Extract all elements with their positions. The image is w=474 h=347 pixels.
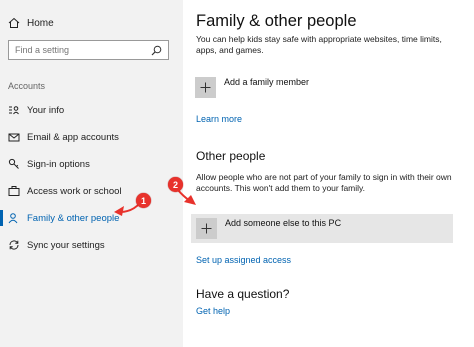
home-link[interactable]: Home bbox=[8, 15, 54, 31]
family-description: You can help kids stay safe with appropr… bbox=[196, 34, 442, 55]
sidebar-item-label: Family & other people bbox=[27, 212, 120, 224]
mail-icon bbox=[8, 131, 20, 143]
sidebar-item-label: Email & app accounts bbox=[27, 131, 119, 143]
main-content: Family & other people You can help kids … bbox=[183, 0, 474, 347]
add-someone-else-button[interactable]: Add someone else to this PC bbox=[191, 214, 453, 243]
search-input[interactable] bbox=[15, 45, 145, 55]
plus-icon bbox=[196, 218, 217, 239]
set-up-assigned-access-link[interactable]: Set up assigned access bbox=[196, 255, 291, 265]
search-box[interactable] bbox=[8, 40, 169, 60]
plus-icon bbox=[195, 77, 216, 98]
question-heading: Have a question? bbox=[196, 287, 290, 301]
sidebar-item-sync-settings[interactable]: Sync your settings bbox=[0, 236, 183, 254]
page-title: Family & other people bbox=[196, 12, 357, 30]
add-family-member-label: Add a family member bbox=[224, 76, 310, 87]
sidebar-item-label: Sync your settings bbox=[27, 239, 105, 251]
sidebar-item-access-work-school[interactable]: Access work or school bbox=[0, 182, 183, 200]
sidebar-item-your-info[interactable]: Your info bbox=[0, 101, 183, 119]
home-label: Home bbox=[27, 17, 54, 29]
sidebar-item-label: Your info bbox=[27, 104, 65, 116]
active-indicator bbox=[0, 210, 3, 226]
home-icon bbox=[8, 17, 20, 29]
get-help-link[interactable]: Get help bbox=[196, 306, 230, 316]
sidebar-item-family-other-people[interactable]: Family & other people bbox=[0, 209, 183, 227]
search-icon[interactable] bbox=[151, 45, 162, 56]
other-people-heading: Other people bbox=[196, 149, 266, 163]
sidebar-item-sign-in-options[interactable]: Sign-in options bbox=[0, 155, 183, 173]
callout-badge-1: 1 bbox=[136, 193, 151, 208]
sync-icon bbox=[8, 239, 20, 251]
sidebar-item-label: Sign-in options bbox=[27, 158, 90, 170]
briefcase-icon bbox=[8, 185, 20, 197]
add-family-member-button[interactable]: Add a family member bbox=[195, 77, 309, 98]
key-icon bbox=[8, 158, 20, 170]
sidebar: Home Accounts Your info Email & app acco… bbox=[0, 0, 183, 347]
person-card-icon bbox=[8, 104, 20, 116]
callout-badge-2: 2 bbox=[168, 177, 183, 192]
person-add-icon bbox=[8, 212, 20, 224]
section-label-accounts: Accounts bbox=[8, 81, 46, 91]
sidebar-item-email-app-accounts[interactable]: Email & app accounts bbox=[0, 128, 183, 146]
other-people-description: Allow people who are not part of your fa… bbox=[196, 172, 452, 193]
sidebar-item-label: Access work or school bbox=[27, 185, 122, 197]
add-someone-else-label: Add someone else to this PC bbox=[225, 217, 342, 228]
learn-more-link[interactable]: Learn more bbox=[196, 114, 242, 124]
